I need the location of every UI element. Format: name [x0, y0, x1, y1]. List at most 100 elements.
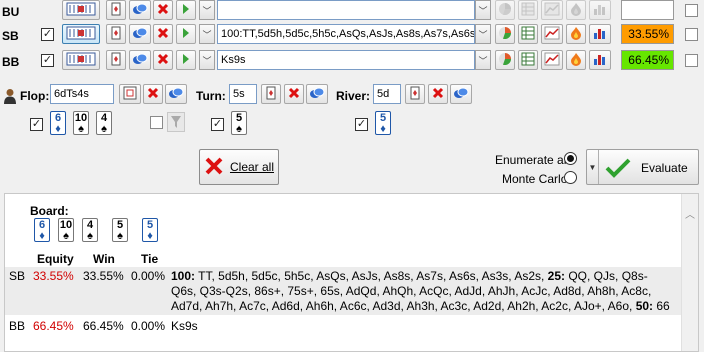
- equity-pie-button-bb[interactable]: [495, 50, 515, 70]
- equity-result-bb: 66.45%: [621, 50, 674, 70]
- random-hand-button-bu[interactable]: [129, 0, 151, 20]
- turn-clear-button[interactable]: [284, 84, 304, 104]
- range-history-dropdown-bu[interactable]: ﹀: [199, 0, 215, 20]
- river-clear-button[interactable]: [428, 84, 448, 104]
- delete-icon: [157, 3, 169, 18]
- clear-all-button[interactable]: Clear all: [199, 149, 279, 185]
- flop-input[interactable]: 6dTs4s: [50, 84, 114, 104]
- delete-icon: [288, 87, 300, 102]
- graph-icon: [544, 52, 560, 69]
- single-hand-button-bb[interactable]: [106, 50, 126, 70]
- range-matrix-button-sb[interactable]: [62, 24, 100, 44]
- result-player-label: BB: [9, 319, 26, 333]
- river-random-button[interactable]: [450, 84, 472, 104]
- apply-range-button-sb[interactable]: [176, 24, 196, 44]
- random-hand-button-sb[interactable]: [129, 24, 151, 44]
- equity-result-sb: 33.55%: [621, 24, 674, 44]
- range-history-dropdown-bb[interactable]: ﹀: [199, 50, 215, 70]
- clear-range-button-sb[interactable]: [153, 24, 173, 44]
- turn-input[interactable]: 5s: [229, 84, 257, 104]
- range-matrix-button-bb[interactable]: [62, 50, 100, 70]
- scroll-up-icon[interactable]: ︿: [682, 206, 698, 221]
- river-input[interactable]: 5d: [373, 84, 401, 104]
- player-lock-checkbox-sb[interactable]: [685, 28, 698, 41]
- pie-chart-icon: [498, 2, 512, 19]
- bar-chart-icon: [593, 2, 607, 19]
- flop-card: 10 ♠: [73, 111, 89, 135]
- player-enable-checkbox-bb[interactable]: ✓: [41, 54, 54, 67]
- delete-icon: [432, 87, 444, 102]
- chips-icon: [168, 87, 184, 102]
- player-label-bu: BU: [2, 5, 20, 19]
- chevron-down-icon: ﹀: [202, 29, 212, 40]
- single-card-icon: [111, 52, 121, 69]
- range-input-dropdown-bb[interactable]: ﹀: [475, 50, 491, 70]
- equity-pie-button-sb[interactable]: [495, 24, 515, 44]
- card-range-icon: [66, 26, 96, 43]
- range-input-bu[interactable]: [217, 0, 475, 20]
- result-board-card: 6 ♦: [34, 218, 50, 242]
- turn-checkbox[interactable]: ✓: [211, 118, 224, 131]
- result-board-card: 5 ♠: [112, 218, 128, 242]
- player-lock-checkbox-bu[interactable]: [685, 4, 698, 17]
- range-input-sb[interactable]: 100:TT,5d5h,5d5c,5h5c,AsQs,AsJs,As8s,As7…: [217, 24, 475, 44]
- apply-range-button-bb[interactable]: [176, 50, 196, 70]
- flop-card-picker-button[interactable]: [119, 84, 141, 104]
- statistics-button-bu[interactable]: [589, 0, 611, 20]
- monte-carlo-radio[interactable]: [564, 171, 577, 184]
- enumerate-all-radio[interactable]: [564, 152, 577, 165]
- player-lock-checkbox-bb[interactable]: [685, 54, 698, 67]
- bar-chart-icon: [593, 26, 607, 43]
- equity-header: Equity: [37, 252, 74, 266]
- chevron-down-icon: ﹀: [202, 5, 212, 16]
- single-hand-button-sb[interactable]: [106, 24, 126, 44]
- range-input-dropdown-sb[interactable]: ﹀: [475, 24, 491, 44]
- result-range: 100: TT, 5d5h, 5d5c, 5h5c, AsQs, AsJs, A…: [171, 269, 670, 313]
- evaluate-options-dropdown[interactable]: ▼: [587, 150, 599, 184]
- card-range-icon: [123, 86, 137, 103]
- range-input-dropdown-bu[interactable]: ﹀: [475, 0, 491, 20]
- equity-table-button-sb[interactable]: [518, 24, 538, 44]
- filter-checkbox[interactable]: [150, 116, 163, 129]
- statistics-button-sb[interactable]: [589, 24, 611, 44]
- result-equity: 33.55%: [33, 269, 74, 283]
- flop-random-button[interactable]: [165, 84, 187, 104]
- flop-clear-button[interactable]: [143, 84, 163, 104]
- arrow-icon: [181, 3, 191, 18]
- equity-table-button-bu[interactable]: [518, 0, 538, 20]
- player-icon: [3, 88, 17, 104]
- clear-range-button-bu[interactable]: [153, 0, 173, 20]
- equity-graph-button-sb[interactable]: [541, 24, 563, 44]
- equity-table-button-bb[interactable]: [518, 50, 538, 70]
- enumerate-all-label: Enumerate all: [495, 153, 570, 167]
- turn-card-picker-button[interactable]: [261, 84, 281, 104]
- filter-icon[interactable]: [167, 112, 185, 132]
- statistics-button-bb[interactable]: [589, 50, 611, 70]
- hot-cold-button-bu[interactable]: [566, 0, 586, 20]
- hot-cold-button-bb[interactable]: [566, 50, 586, 70]
- equity-pie-button-bu[interactable]: [495, 0, 515, 20]
- delete-icon: [157, 53, 169, 68]
- clear-range-button-bb[interactable]: [153, 50, 173, 70]
- hot-cold-button-sb[interactable]: [566, 24, 586, 44]
- turn-random-button[interactable]: [306, 84, 328, 104]
- evaluate-button[interactable]: ▼ Evaluate: [586, 149, 699, 185]
- random-hand-button-bb[interactable]: [129, 50, 151, 70]
- results-scrollbar[interactable]: ︿: [681, 194, 698, 351]
- river-card-picker-button[interactable]: [405, 84, 425, 104]
- flop-card: 4 ♠: [96, 111, 112, 135]
- single-hand-button-bu[interactable]: [106, 0, 126, 20]
- chips-icon: [132, 53, 148, 68]
- range-history-dropdown-sb[interactable]: ﹀: [199, 24, 215, 44]
- equity-graph-button-bu[interactable]: [541, 0, 563, 20]
- flame-icon: [570, 2, 582, 19]
- result-board-card: 4 ♠: [82, 218, 98, 242]
- apply-range-button-bu[interactable]: [176, 0, 196, 20]
- result-win: 33.55%: [83, 269, 124, 283]
- river-checkbox[interactable]: ✓: [355, 118, 368, 131]
- flop-checkbox[interactable]: ✓: [30, 118, 43, 131]
- player-enable-checkbox-sb[interactable]: ✓: [41, 28, 54, 41]
- equity-graph-button-bb[interactable]: [541, 50, 563, 70]
- range-input-bb[interactable]: Ks9s: [217, 50, 475, 70]
- range-matrix-button-bu[interactable]: [62, 0, 100, 20]
